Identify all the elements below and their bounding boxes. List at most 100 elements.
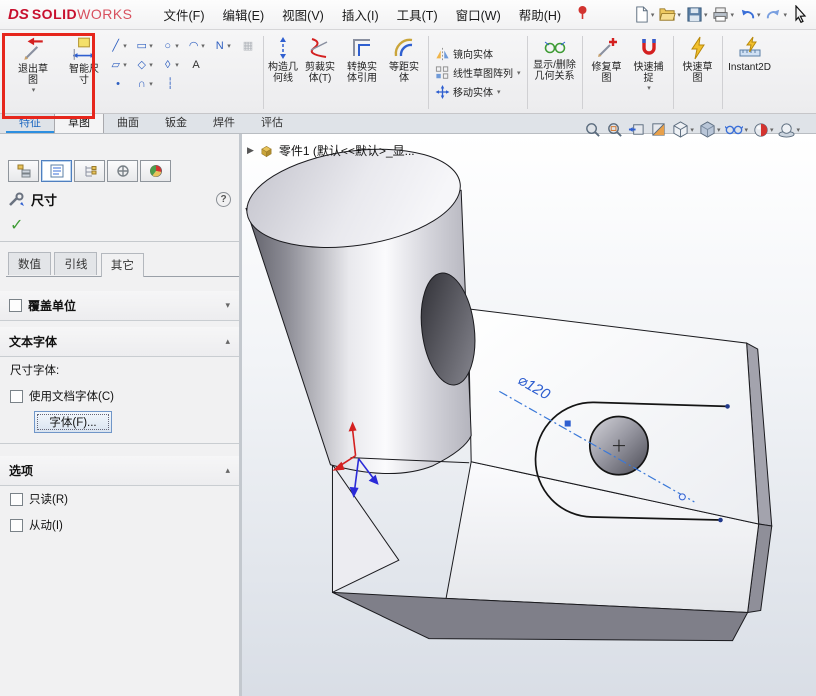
repair-sketch-button[interactable]: 修复草图 <box>586 32 628 113</box>
text-font-group-header[interactable]: 文本字体 ▴ <box>0 327 239 357</box>
tab-leaders[interactable]: 引线 <box>54 252 97 275</box>
print-button[interactable]: ▾ <box>710 4 736 25</box>
driven-row[interactable]: 从动(I) <box>0 512 239 538</box>
read-only-checkbox[interactable] <box>10 493 23 506</box>
use-document-font-row[interactable]: 使用文档字体(C) <box>0 383 239 409</box>
sketch-endpoint[interactable] <box>718 518 723 523</box>
display-manager-tab[interactable] <box>140 160 171 182</box>
sketch-tool-line[interactable]: ╱▾ <box>106 37 130 54</box>
cylinder-boss[interactable] <box>242 137 481 474</box>
ok-button[interactable]: ✓ <box>10 217 23 234</box>
dropdown-caret[interactable]: ▾ <box>677 11 681 19</box>
dropdown-caret[interactable]: ▾ <box>744 126 748 134</box>
new-document-button[interactable]: ▾ <box>631 4 657 25</box>
sketch-tool-text[interactable]: A <box>184 56 208 73</box>
dropdown-caret[interactable]: ▾ <box>757 11 761 19</box>
sketch-tool-ellipse[interactable]: ◊▾ <box>158 56 182 73</box>
font-button[interactable]: 字体(F)... <box>34 411 112 433</box>
dropdown-caret[interactable]: ▾ <box>704 11 708 19</box>
offset-entities-button[interactable]: 等距实体 <box>383 32 425 113</box>
feature-tree-root-item[interactable]: 零件1 (默认<<默认>_显... <box>279 142 415 159</box>
dropdown-caret[interactable]: ▾ <box>690 126 694 134</box>
dimxpert-manager-tab[interactable] <box>107 160 138 182</box>
menu-edit[interactable]: 编辑(E) <box>213 0 273 30</box>
appearance-button[interactable]: ▾ <box>753 122 774 138</box>
zoom-area-button[interactable] <box>606 121 623 138</box>
tab-sheet-metal[interactable]: 钣金 <box>152 112 200 133</box>
menu-insert[interactable]: 插入(I) <box>333 0 388 30</box>
open-button[interactable]: ▾ <box>657 4 683 25</box>
help-button[interactable]: ? <box>216 192 231 207</box>
dropdown-caret[interactable]: ▾ <box>497 88 501 96</box>
dropdown-caret[interactable]: ▾ <box>783 11 787 19</box>
sketch-endpoint[interactable] <box>725 404 730 409</box>
sketch-tool-fillet[interactable]: ∩▾ <box>132 75 156 92</box>
quick-snaps-button[interactable]: 快速捕捉 ▾ <box>628 32 670 113</box>
linear-sketch-pattern-button[interactable]: 线性草图阵列 ▾ <box>435 65 521 80</box>
trim-entities-button[interactable]: 剪裁实体(T) <box>299 32 341 113</box>
sketch-tool-centerline[interactable]: ┆ <box>158 75 182 92</box>
move-entities-button[interactable]: 移动实体 ▾ <box>435 84 521 99</box>
tab-value[interactable]: 数值 <box>8 252 51 275</box>
menu-file[interactable]: 文件(F) <box>155 0 214 30</box>
dropdown-caret[interactable]: ▾ <box>149 42 153 50</box>
menu-help[interactable]: 帮助(H) <box>510 0 570 30</box>
zoom-fit-button[interactable] <box>584 121 601 138</box>
dropdown-caret[interactable]: ▾ <box>123 42 127 50</box>
graphics-area[interactable]: ▾ ▾ ▾ ▾ ▾ ▶ <box>242 134 816 696</box>
tab-weldments[interactable]: 焊件 <box>200 112 248 133</box>
tab-sketch[interactable]: 草图 <box>54 111 104 133</box>
instant2d-button[interactable]: Instant2D <box>726 32 774 113</box>
sketch-tool-point[interactable]: • <box>106 75 130 92</box>
model-canvas[interactable]: ⌀120 <box>242 134 816 696</box>
display-style-button[interactable]: ▾ <box>699 121 721 138</box>
undo-button[interactable]: ▾ <box>737 4 763 25</box>
tab-evaluate[interactable]: 评估 <box>248 112 296 133</box>
configuration-manager-tab[interactable] <box>74 160 105 182</box>
dropdown-caret[interactable]: ▾ <box>227 42 231 50</box>
sketch-tool-spline[interactable]: N▾ <box>210 37 234 54</box>
dropdown-caret[interactable]: ▾ <box>175 61 179 69</box>
construction-geometry-button[interactable]: 构造几何线 <box>267 32 299 113</box>
menu-tools[interactable]: 工具(T) <box>388 0 447 30</box>
sketch-tool-circle[interactable]: ○▾ <box>158 37 182 54</box>
tab-features[interactable]: 特征 <box>6 112 54 133</box>
sketch-tool-straight-slot[interactable]: ▱▾ <box>106 56 130 73</box>
convert-entities-button[interactable]: 转换实体引用 <box>341 32 383 113</box>
dropdown-caret[interactable]: ▾ <box>201 42 205 50</box>
scene-button[interactable]: ▾ <box>778 122 800 138</box>
feature-manager-tab[interactable] <box>8 160 39 182</box>
pin-menu-icon[interactable] <box>576 5 589 25</box>
save-button[interactable]: ▾ <box>684 4 710 25</box>
dropdown-caret[interactable]: ▾ <box>32 86 36 94</box>
dropdown-caret[interactable]: ▾ <box>517 69 521 77</box>
dimension-handle[interactable] <box>565 420 571 426</box>
previous-view-button[interactable] <box>628 121 645 138</box>
view-orientation-button[interactable]: ▾ <box>672 121 694 138</box>
menu-window[interactable]: 窗口(W) <box>447 0 510 30</box>
dropdown-caret[interactable]: ▾ <box>175 42 179 50</box>
dropdown-caret[interactable]: ▾ <box>717 126 721 134</box>
menu-view[interactable]: 视图(V) <box>273 0 333 30</box>
redo-button[interactable]: ▾ <box>763 4 789 25</box>
dropdown-caret[interactable]: ▾ <box>149 61 153 69</box>
tree-expand-arrow[interactable]: ▶ <box>247 145 254 156</box>
sketch-tool-corner-rectangle[interactable]: ▭▾ <box>132 37 156 54</box>
dropdown-caret[interactable]: ▾ <box>651 11 655 19</box>
rapid-sketch-button[interactable]: 快速草图 <box>677 32 719 113</box>
mirror-entities-button[interactable]: 镜向实体 <box>435 46 521 61</box>
display-delete-relations-button[interactable]: 显示/删除几何关系 <box>531 32 579 113</box>
smart-dimension-button[interactable]: 智能尺寸 <box>62 32 106 113</box>
property-manager-tab[interactable] <box>41 160 72 182</box>
dropdown-caret[interactable]: ▾ <box>770 126 774 134</box>
hide-show-items-button[interactable]: ▾ <box>725 122 748 137</box>
section-view-button[interactable] <box>650 121 667 138</box>
sketch-tool-polygon[interactable]: ◇▾ <box>132 56 156 73</box>
tab-other[interactable]: 其它 <box>101 253 144 277</box>
driven-checkbox[interactable] <box>10 519 23 532</box>
exit-sketch-button[interactable]: 退出草图 ▾ <box>4 32 62 113</box>
sketch-tool-centerpoint-arc[interactable]: ◠▾ <box>184 37 208 54</box>
read-only-row[interactable]: 只读(R) <box>0 486 239 512</box>
line-endpoint[interactable] <box>679 494 685 500</box>
dropdown-caret[interactable]: ▾ <box>796 126 800 134</box>
